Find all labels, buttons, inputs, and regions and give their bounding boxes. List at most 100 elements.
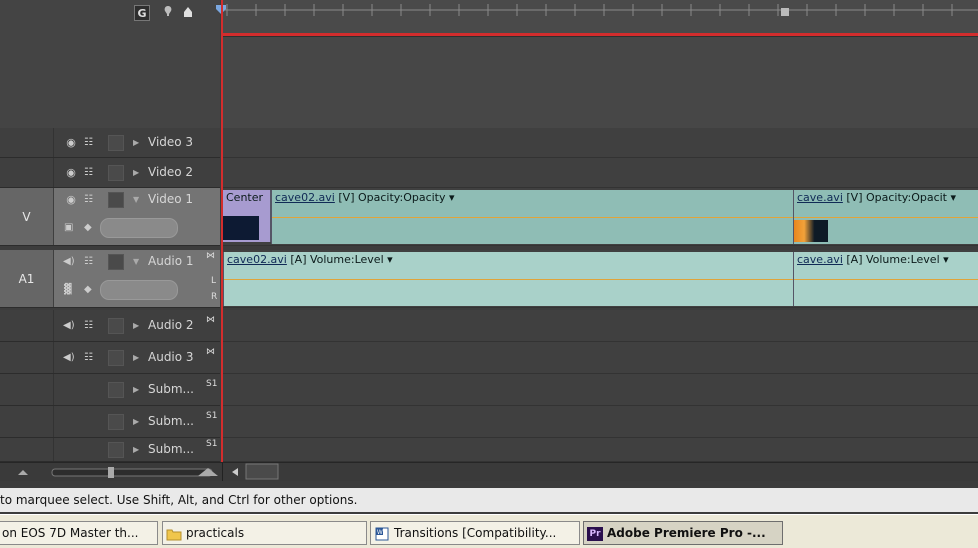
- track-content-area[interactable]: [221, 406, 978, 438]
- track-header[interactable]: ◉ ☷ ▶ Video 2: [0, 158, 220, 188]
- sync-lock-icon[interactable]: ☷: [84, 167, 96, 178]
- track-name: Audio 2: [148, 318, 194, 332]
- track-header[interactable]: ◀) ☷ ▶ Audio 3 ⋈: [0, 342, 220, 374]
- track-row-audio-1: A1 ◀) ☷ ▼ Audio 1 ⋈ L R ▓ ◆ cave02.avi [A] Volume:…: [0, 250, 978, 308]
- waveform-style-icon[interactable]: ▓: [64, 284, 76, 295]
- clip-effect-label: [V] Opacity:Opacity: [338, 191, 446, 204]
- transition-center[interactable]: Center: [223, 190, 271, 242]
- clip-cave-video[interactable]: cave.avi [V] Opacity:Opacit ▾: [793, 190, 978, 244]
- clip-name-link[interactable]: cave.avi: [797, 191, 843, 204]
- source-track-tag[interactable]: A1: [0, 250, 53, 307]
- sync-lock-icon[interactable]: ☷: [84, 320, 96, 331]
- effect-dropdown-icon[interactable]: ▾: [384, 253, 393, 266]
- track-header[interactable]: V ◉ ☷ ▼ Video 1 ▣ ◆: [0, 188, 220, 246]
- house-marker-icon: [184, 7, 192, 17]
- track-name: Audio 3: [148, 350, 194, 364]
- rubber-band-line[interactable]: [794, 217, 978, 218]
- effect-dropdown-icon[interactable]: ▾: [947, 191, 956, 204]
- track-lock-toggle[interactable]: [108, 165, 124, 181]
- expand-triangle-icon[interactable]: ▶: [133, 353, 139, 362]
- clip-cave-audio[interactable]: cave.avi [A] Volume:Level ▾: [793, 252, 978, 306]
- track-name: Subm...: [148, 442, 194, 456]
- sync-lock-icon[interactable]: ☷: [84, 352, 96, 363]
- time-ruler[interactable]: [221, 0, 978, 35]
- speaker-icon[interactable]: ◀): [63, 352, 79, 364]
- eye-icon[interactable]: ◉: [64, 167, 78, 179]
- zoom-scrollbar[interactable]: [0, 462, 978, 481]
- keyframe-navigator[interactable]: [100, 280, 178, 300]
- keyframe-toggle-icon[interactable]: ◆: [84, 222, 96, 233]
- clip-name-link[interactable]: cave02.avi: [227, 253, 287, 266]
- premiere-app-icon: Pr: [587, 526, 603, 541]
- rubber-band-line[interactable]: [272, 217, 793, 218]
- track-header[interactable]: A1 ◀) ☷ ▼ Audio 1 ⋈ L R ▓ ◆: [0, 250, 220, 308]
- track-lock-toggle[interactable]: [108, 318, 124, 334]
- clip-name-link[interactable]: cave.avi: [797, 253, 843, 266]
- speaker-icon[interactable]: ◀): [63, 256, 79, 268]
- effect-dropdown-icon[interactable]: ▾: [446, 191, 455, 204]
- sync-lock-icon[interactable]: ☷: [84, 256, 96, 267]
- folder-icon: [166, 529, 182, 540]
- eye-icon[interactable]: ◉: [64, 137, 78, 149]
- display-style-icon[interactable]: ▣: [64, 222, 76, 233]
- set-unnumbered-marker-button[interactable]: [180, 4, 196, 20]
- effect-dropdown-icon[interactable]: ▾: [940, 253, 949, 266]
- track-lock-toggle[interactable]: [108, 350, 124, 366]
- expand-triangle-icon[interactable]: ▶: [133, 138, 139, 147]
- clip-cave02-video[interactable]: cave02.avi [V] Opacity:Opacity ▾: [271, 190, 793, 244]
- track-lock-toggle[interactable]: [108, 382, 124, 398]
- track-gutter: [0, 438, 54, 461]
- track-content-area[interactable]: cave02.avi [A] Volume:Level ▾ cave.avi [A…: [221, 250, 978, 308]
- track-lock-toggle[interactable]: [108, 192, 124, 208]
- eye-icon[interactable]: ◉: [64, 194, 78, 206]
- expand-triangle-icon[interactable]: ▶: [133, 445, 139, 454]
- expand-triangle-icon[interactable]: ▶: [133, 385, 139, 394]
- track-header[interactable]: ▶ Subm... S1: [0, 374, 220, 406]
- sync-lock-icon[interactable]: ☷: [84, 194, 96, 205]
- track-header[interactable]: ◀) ☷ ▶ Audio 2 ⋈: [0, 310, 220, 342]
- svg-text:W: W: [377, 530, 383, 536]
- expand-triangle-icon[interactable]: ▶: [133, 168, 139, 177]
- track-content-area[interactable]: cave02.avi [V] Opacity:Opacity ▾ cave.avi…: [221, 188, 978, 246]
- track-lock-toggle[interactable]: [108, 254, 124, 270]
- snap-button[interactable]: G: [134, 5, 150, 21]
- rubber-band-line[interactable]: [224, 279, 793, 280]
- keyframe-toggle-icon[interactable]: ◆: [84, 284, 96, 295]
- taskbar-item-label: Adobe Premiere Pro -...: [607, 526, 766, 540]
- source-track-tag[interactable]: V: [0, 188, 53, 245]
- sync-lock-icon[interactable]: ☷: [84, 137, 96, 148]
- playhead-line[interactable]: [221, 0, 223, 480]
- track-lock-toggle[interactable]: [108, 442, 124, 458]
- track-name: Video 2: [148, 165, 194, 179]
- track-content-area[interactable]: [221, 158, 978, 188]
- track-header[interactable]: ▶ Subm... S1: [0, 438, 220, 462]
- taskbar-item-transitions[interactable]: W Transitions [Compatibility...: [370, 521, 580, 545]
- speaker-icon[interactable]: ◀): [63, 320, 79, 332]
- track-lock-toggle[interactable]: [108, 414, 124, 430]
- audio-channel-icon: ⋈: [206, 347, 215, 357]
- expand-triangle-icon[interactable]: ▶: [133, 321, 139, 330]
- expand-triangle-icon[interactable]: ▶: [133, 417, 139, 426]
- collapse-triangle-icon[interactable]: ▼: [133, 257, 139, 266]
- track-row-subm-: ▶ Subm... S1: [0, 374, 978, 406]
- keyframe-navigator[interactable]: [100, 218, 178, 238]
- track-content-area[interactable]: [221, 438, 978, 462]
- track-row-subm-: ▶ Subm... S1: [0, 406, 978, 438]
- track-header[interactable]: ▶ Subm... S1: [0, 406, 220, 438]
- collapse-triangle-icon[interactable]: ▼: [133, 195, 139, 204]
- track-content-area[interactable]: [221, 310, 978, 342]
- taskbar-item-practicals[interactable]: practicals: [162, 521, 367, 545]
- taskbar-item-eos[interactable]: on EOS 7D Master th...: [0, 521, 158, 545]
- clip-name-link[interactable]: cave02.avi: [275, 191, 335, 204]
- track-content-area[interactable]: [221, 374, 978, 406]
- track-header[interactable]: ◉ ☷ ▶ Video 3: [0, 128, 220, 158]
- word-doc-icon: W: [375, 527, 389, 540]
- track-content-area[interactable]: [221, 342, 978, 374]
- taskbar-item-label: Transitions [Compatibility...: [394, 526, 557, 540]
- track-lock-toggle[interactable]: [108, 135, 124, 151]
- set-marker-button[interactable]: [160, 4, 176, 20]
- clip-cave02-audio[interactable]: cave02.avi [A] Volume:Level ▾: [223, 252, 793, 306]
- rubber-band-line[interactable]: [794, 279, 978, 280]
- taskbar-item-premiere[interactable]: Pr Adobe Premiere Pro -...: [583, 521, 783, 545]
- track-content-area[interactable]: [221, 128, 978, 158]
